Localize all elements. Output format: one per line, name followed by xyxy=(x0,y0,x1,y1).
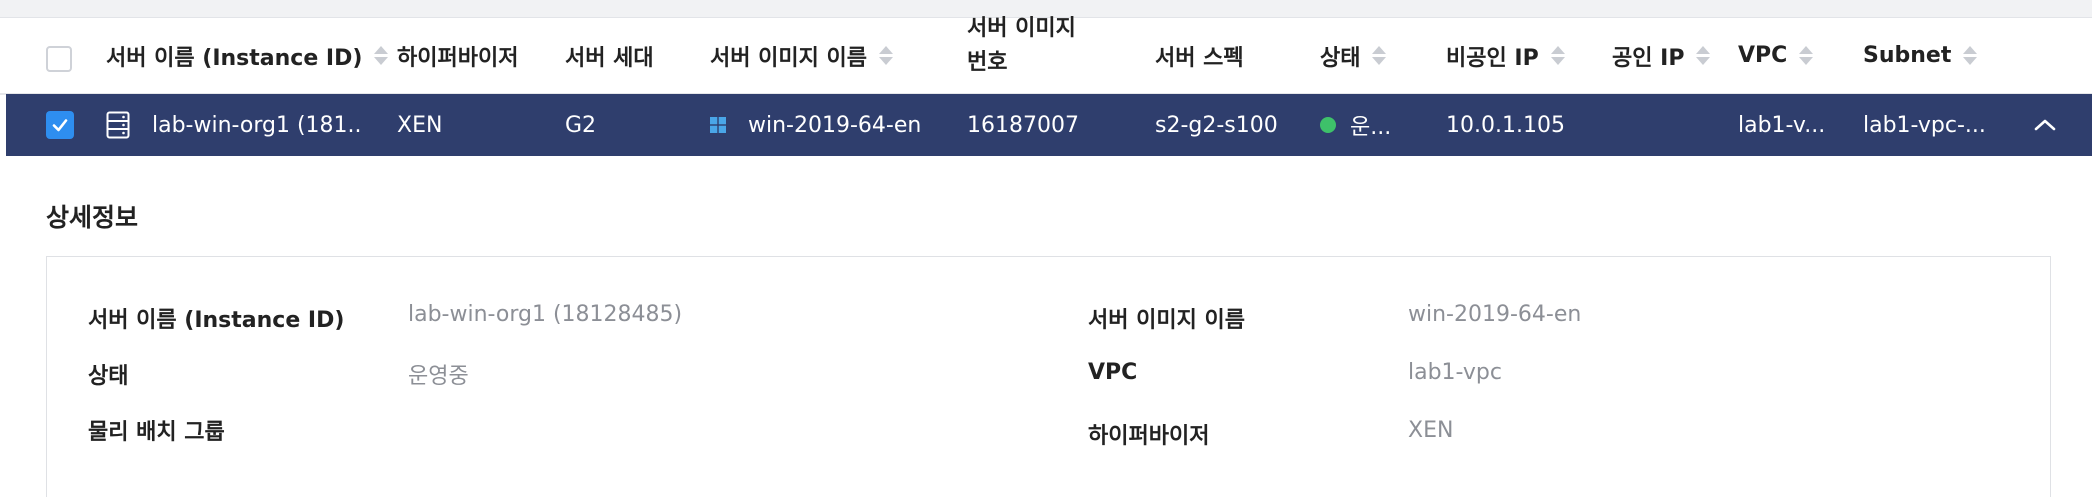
collapse-row-button[interactable] xyxy=(2028,108,2062,142)
column-header-image-number: 서버 이미지 번호 xyxy=(967,16,1076,93)
column-header-server-name[interactable]: 서버 이름 (Instance ID) xyxy=(106,18,389,93)
windows-icon xyxy=(710,117,726,133)
column-label-line2: 번호 xyxy=(967,49,1008,75)
status-text: 운... xyxy=(1350,115,1392,140)
column-label-line1: 서버 이미지 xyxy=(967,15,1076,41)
sort-icon[interactable] xyxy=(1696,46,1711,65)
column-header-image-name[interactable]: 서버 이미지 이름 xyxy=(710,18,893,93)
column-label: 하이퍼바이저 xyxy=(397,45,519,71)
server-icon xyxy=(106,111,130,139)
detail-title: 상세정보 xyxy=(46,203,139,232)
sort-icon[interactable] xyxy=(1963,46,1978,65)
sort-icon[interactable] xyxy=(1550,46,1565,65)
detail-value-hypervisor: XEN xyxy=(1408,418,1454,443)
cell-vpc: lab1-v... xyxy=(1738,112,1826,138)
detail-value-server-name: lab-win-org1 (18128485) xyxy=(408,302,683,327)
cell-image-number: 16187007 xyxy=(967,112,1079,138)
column-header-spec: 서버 스펙 xyxy=(1155,18,1244,93)
column-header-hypervisor: 하이퍼바이저 xyxy=(397,18,518,93)
column-label: Subnet xyxy=(1863,43,1952,68)
row-checkbox[interactable] xyxy=(46,111,74,139)
column-header-subnet[interactable]: Subnet xyxy=(1863,18,1978,93)
column-header-generation: 서버 세대 xyxy=(565,18,654,93)
detail-value-status: 운영중 xyxy=(408,364,469,389)
column-header-vpc[interactable]: VPC xyxy=(1738,18,1814,93)
cell-subnet: lab1-vpc-... xyxy=(1863,112,1986,138)
column-label: 서버 이미지 이름 xyxy=(710,45,867,71)
column-label: 서버 세대 xyxy=(565,45,654,71)
column-label: 서버 이름 (Instance ID) xyxy=(106,45,363,71)
image-name-text: win-2019-64-en xyxy=(748,112,922,138)
cell-public-ip xyxy=(1612,94,1722,156)
select-all-checkbox[interactable] xyxy=(46,46,72,72)
column-header-private-ip[interactable]: 비공인 IP xyxy=(1446,18,1565,93)
detail-panel-right xyxy=(1050,256,2051,497)
column-label: 서버 스펙 xyxy=(1155,45,1244,71)
cell-private-ip: 10.0.1.105 xyxy=(1446,112,1565,138)
chevron-up-icon xyxy=(2034,119,2056,131)
column-label: VPC xyxy=(1738,43,1788,68)
column-label: 비공인 IP xyxy=(1446,45,1539,71)
table-row[interactable]: lab-win-org1 (181... XEN G2 win-2019-64-… xyxy=(6,94,2092,156)
detail-label-status: 상태 xyxy=(88,364,129,389)
detail-panel-left xyxy=(46,256,1051,497)
detail-label-hypervisor: 하이퍼바이저 xyxy=(1088,424,1210,449)
sort-icon[interactable] xyxy=(1799,46,1814,65)
cell-spec: s2-g2-s100 xyxy=(1155,112,1278,138)
table-header: 서버 이름 (Instance ID) 하이퍼바이저 서버 세대 서버 이미지 … xyxy=(0,16,2092,95)
checkmark-icon xyxy=(52,119,68,132)
cell-server-name[interactable]: lab-win-org1 (181... xyxy=(152,94,362,156)
detail-label-vpc: VPC xyxy=(1088,360,1138,385)
detail-label-placement-group: 물리 배치 그룹 xyxy=(88,420,225,445)
sort-icon[interactable] xyxy=(879,46,893,65)
sort-icon[interactable] xyxy=(1372,46,1387,65)
detail-label-image-name: 서버 이미지 이름 xyxy=(1088,308,1245,333)
detail-value-image-name: win-2019-64-en xyxy=(1408,302,1582,327)
sort-icon[interactable] xyxy=(374,46,389,65)
column-label: 상태 xyxy=(1320,45,1361,71)
column-header-public-ip[interactable]: 공인 IP xyxy=(1612,18,1711,93)
detail-label-server-name: 서버 이름 (Instance ID) xyxy=(88,308,345,333)
column-label: 공인 IP xyxy=(1612,45,1685,71)
cell-image-name: win-2019-64-en xyxy=(710,94,940,156)
status-running-dot xyxy=(1320,117,1336,133)
column-header-status[interactable]: 상태 xyxy=(1320,18,1387,93)
cell-generation: G2 xyxy=(565,112,597,138)
cell-hypervisor: XEN xyxy=(397,112,443,138)
detail-value-vpc: lab1-vpc xyxy=(1408,360,1502,385)
cell-status: 운... xyxy=(1320,94,1430,156)
